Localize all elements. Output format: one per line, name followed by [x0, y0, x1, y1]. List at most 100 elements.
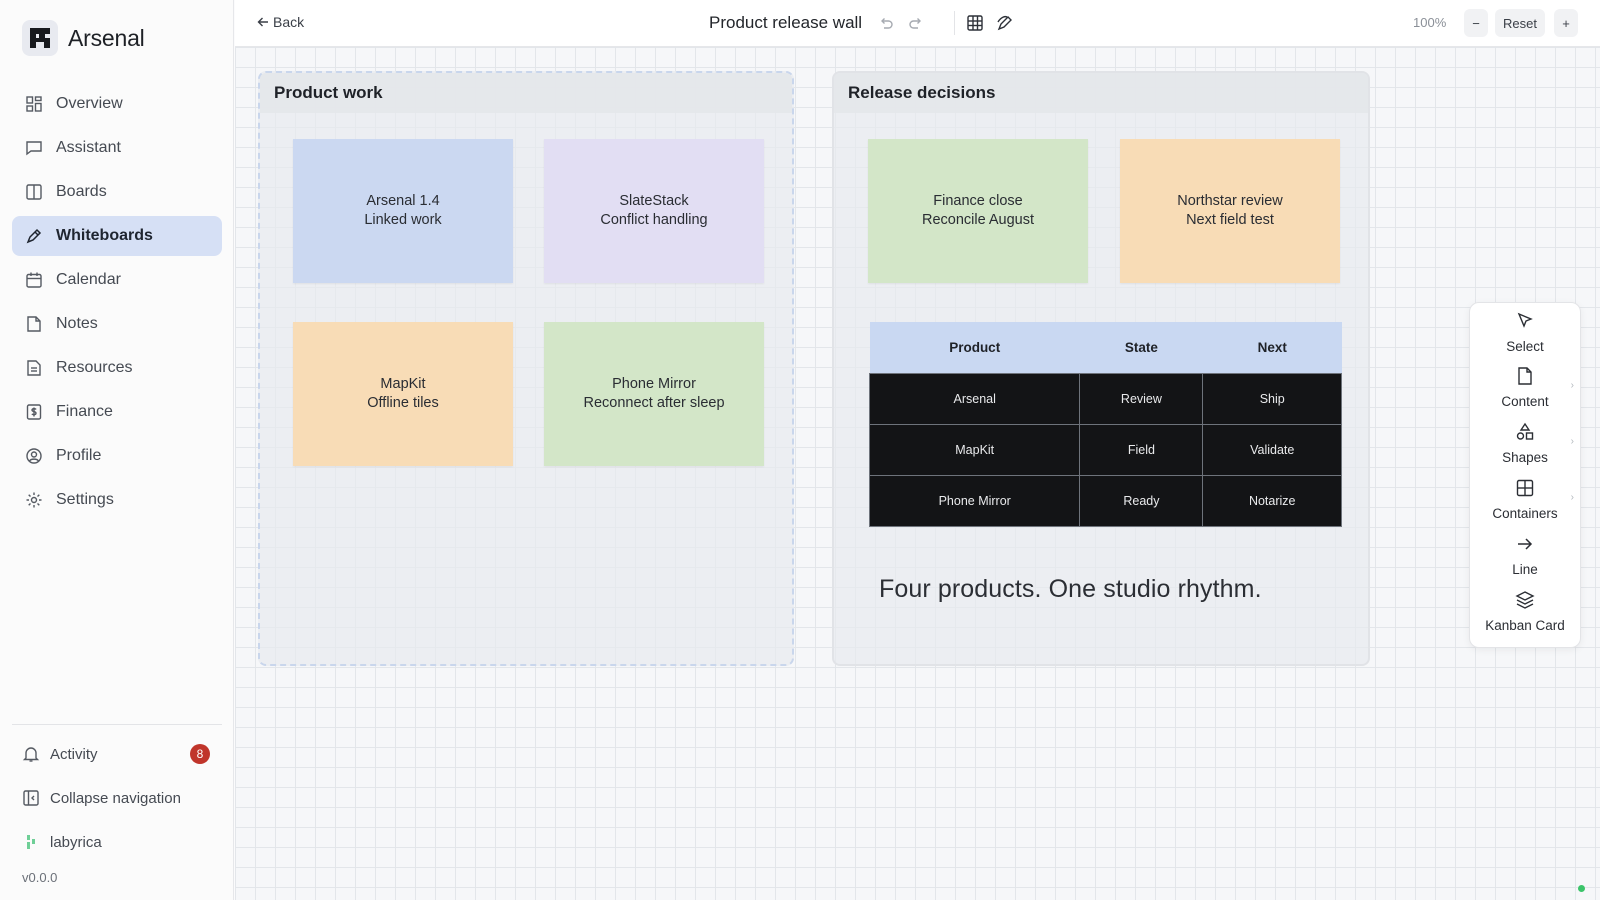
table-header-cell: State: [1079, 322, 1203, 374]
nav-item-calendar[interactable]: Calendar: [12, 260, 222, 300]
nav-label: Whiteboards: [56, 227, 153, 244]
tool-select[interactable]: Select: [1470, 311, 1580, 361]
sticky-note[interactable]: MapKit Offline tiles: [293, 322, 513, 466]
table-grid-icon[interactable]: [965, 13, 985, 33]
reset-zoom-button[interactable]: Reset: [1495, 9, 1545, 37]
sticky-line: MapKit: [380, 376, 426, 392]
pen-icon: [25, 227, 43, 245]
tool-shapes[interactable]: Shapes ›: [1470, 422, 1580, 472]
nav-item-profile[interactable]: Profile: [12, 436, 222, 476]
zoom-out-button[interactable]: −: [1464, 9, 1488, 37]
table-cell[interactable]: Review: [1079, 373, 1204, 425]
nav-label: Assistant: [56, 139, 121, 156]
tool-content[interactable]: Content ›: [1470, 366, 1580, 416]
table-cell[interactable]: Phone Mirror: [868, 475, 1081, 527]
nav-item-finance[interactable]: Finance: [12, 392, 222, 432]
app-version: v0.0.0: [22, 870, 58, 885]
activity-button[interactable]: Activity 8: [12, 742, 222, 766]
table-header-cell: Next: [1202, 322, 1342, 374]
nav-item-notes[interactable]: Notes: [12, 304, 222, 344]
tool-label: Line: [1512, 562, 1538, 577]
brand[interactable]: Arsenal: [22, 20, 145, 56]
container-product-work[interactable]: Product work Arsenal 1.4 Linked work Sla…: [258, 71, 794, 666]
zoom-level: 100%: [1413, 15, 1447, 30]
tool-palette: Select Content › Shapes › Containers › L…: [1469, 302, 1581, 648]
tool-containers[interactable]: Containers ›: [1470, 478, 1580, 528]
undo-icon[interactable]: [876, 13, 896, 33]
calendar-icon: [25, 271, 43, 289]
document-icon: [25, 359, 43, 377]
table-cell[interactable]: Notarize: [1202, 475, 1342, 527]
container-title: Product work: [274, 83, 383, 102]
sticky-line: SlateStack: [619, 193, 689, 209]
chat-icon: [25, 139, 43, 157]
activity-label: Activity: [50, 745, 98, 763]
columns-icon: [25, 183, 43, 201]
tool-label: Containers: [1492, 506, 1558, 521]
collapse-label: Collapse navigation: [50, 789, 181, 807]
table-cell[interactable]: Arsenal: [868, 373, 1081, 425]
nav-label: Notes: [56, 315, 98, 332]
table-cell[interactable]: Field: [1079, 424, 1204, 476]
tool-label: Shapes: [1502, 450, 1548, 465]
sticky-note[interactable]: SlateStack Conflict handling: [544, 139, 764, 283]
grid-icon: [25, 95, 43, 113]
sticky-line: Arsenal 1.4: [366, 193, 440, 209]
chevron-right-icon: ›: [1570, 380, 1574, 391]
tool-line[interactable]: Line: [1470, 534, 1580, 584]
sidebar-divider: [12, 724, 222, 725]
nav-label: Settings: [56, 491, 114, 508]
frame-icon: [1515, 478, 1535, 503]
nav-item-settings[interactable]: Settings: [12, 480, 222, 520]
nav-item-resources[interactable]: Resources: [12, 348, 222, 388]
zoom-in-button[interactable]: +: [1554, 9, 1578, 37]
cursor-icon: [1515, 311, 1535, 336]
app-name: Arsenal: [68, 24, 145, 51]
user-icon: [25, 447, 43, 465]
canvas-text-block[interactable]: Four products. One studio rhythm.: [879, 575, 1262, 604]
release-table[interactable]: Product State Next Arsenal Review Ship M…: [868, 322, 1342, 527]
board-toolbar: Back Product release wall 100% − Reset +: [235, 0, 1600, 47]
workspace-logo-icon: [22, 833, 40, 851]
container-title: Release decisions: [848, 83, 996, 102]
note-icon: [25, 315, 43, 333]
nav-item-boards[interactable]: Boards: [12, 172, 222, 212]
activity-badge: 8: [190, 744, 210, 764]
table-cell[interactable]: Validate: [1202, 424, 1342, 476]
table-cell[interactable]: MapKit: [868, 424, 1081, 476]
chevron-right-icon: ›: [1570, 436, 1574, 447]
nav-item-whiteboards[interactable]: Whiteboards: [12, 216, 222, 256]
nav-item-overview[interactable]: Overview: [12, 84, 222, 124]
nav-label: Finance: [56, 403, 113, 420]
sticky-note[interactable]: Finance close Reconcile August: [868, 139, 1088, 283]
sticky-line: Reconnect after sleep: [583, 395, 725, 411]
tool-label: Content: [1501, 394, 1549, 409]
file-icon: [1515, 366, 1535, 391]
sticky-line: Phone Mirror: [612, 376, 696, 392]
tool-label: Kanban Card: [1485, 618, 1565, 633]
table-cell[interactable]: Ship: [1202, 373, 1342, 425]
sticky-line: Next field test: [1186, 212, 1274, 228]
redo-icon[interactable]: [906, 13, 926, 33]
nav-label: Boards: [56, 183, 107, 200]
back-button[interactable]: Back: [257, 14, 304, 30]
workspace-switcher[interactable]: labyrica: [12, 830, 222, 854]
sticky-line: Reconcile August: [921, 212, 1035, 228]
table-cell[interactable]: Ready: [1079, 475, 1204, 527]
whiteboard-canvas[interactable]: Product work Arsenal 1.4 Linked work Sla…: [235, 47, 1600, 900]
sticky-note[interactable]: Phone Mirror Reconnect after sleep: [544, 322, 764, 466]
sticky-note[interactable]: Northstar review Next field test: [1120, 139, 1340, 283]
tool-label: Select: [1506, 339, 1544, 354]
nav-label: Overview: [56, 95, 123, 112]
chevron-right-icon: ›: [1570, 492, 1574, 503]
sticky-note[interactable]: Arsenal 1.4 Linked work: [293, 139, 513, 283]
sidebar-collapse-icon: [22, 789, 40, 807]
collapse-navigation-button[interactable]: Collapse navigation: [12, 786, 222, 810]
draw-icon[interactable]: [995, 13, 1015, 33]
sticky-line: Conflict handling: [600, 212, 708, 228]
nav-item-assistant[interactable]: Assistant: [12, 128, 222, 168]
tool-kanban-card[interactable]: Kanban Card: [1470, 590, 1580, 640]
board-title: Product release wall: [709, 13, 863, 32]
arrow-right-icon: [1515, 534, 1535, 559]
sticky-line: Finance close: [933, 193, 1023, 209]
